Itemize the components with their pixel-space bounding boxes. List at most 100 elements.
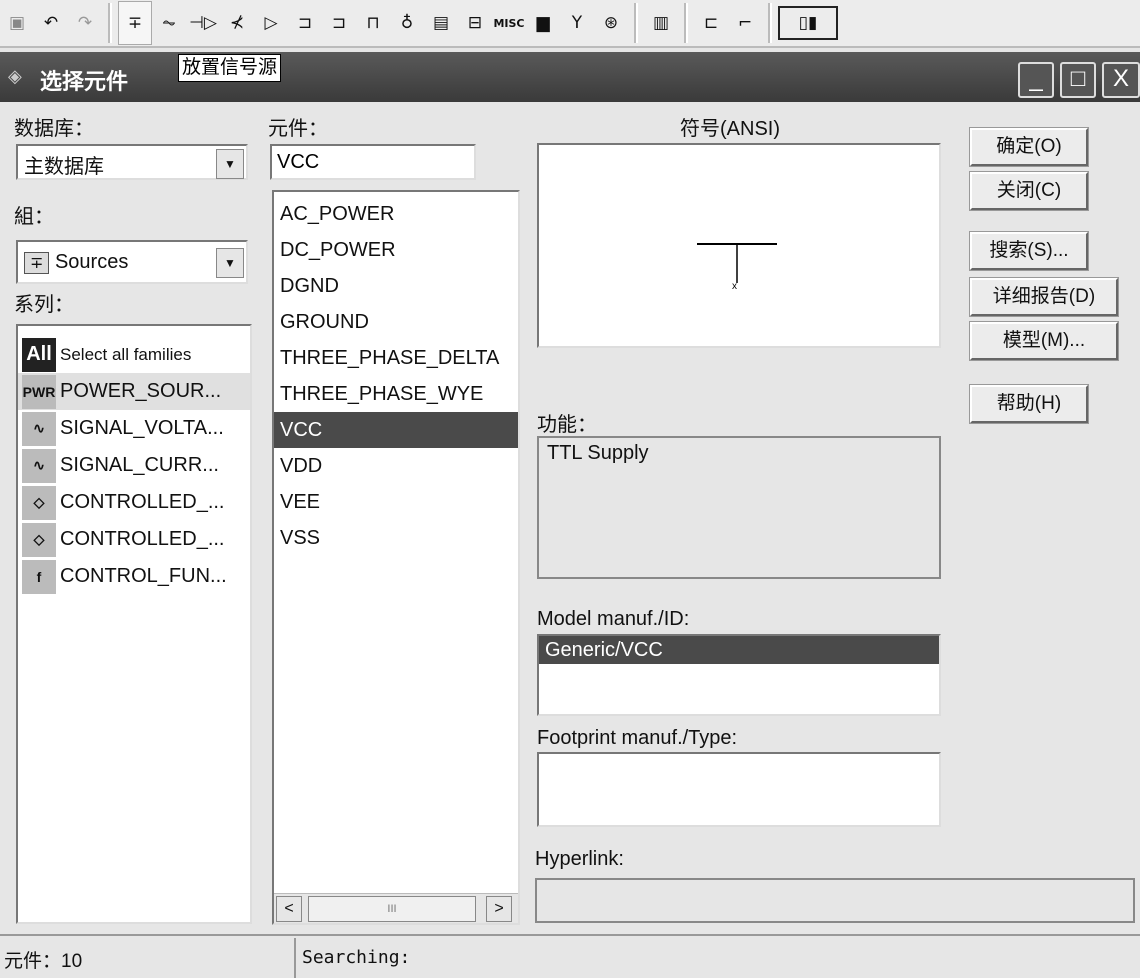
family-item[interactable]: f CONTROL_FUN...: [18, 558, 250, 595]
footprint-list[interactable]: [537, 752, 941, 827]
hyperlink-label: Hyperlink:: [535, 848, 624, 870]
family-label: CONTROL_FUN...: [60, 565, 227, 587]
indicator-icon[interactable]: ♁: [390, 6, 424, 40]
component-item[interactable]: THREE_PHASE_WYE: [274, 376, 518, 412]
family-item[interactable]: ◇ CONTROLLED_...: [18, 484, 250, 521]
family-label: CONTROLLED_...: [60, 528, 225, 550]
component-item[interactable]: GROUND: [274, 304, 518, 340]
family-label: 系列：: [14, 294, 74, 316]
status-divider: [294, 938, 296, 978]
chevron-down-icon[interactable]: ▼: [216, 248, 244, 278]
symbol-label: 符号(ANSI): [680, 118, 780, 140]
component-item[interactable]: DC_POWER: [274, 232, 518, 268]
component-label: 元件：: [268, 118, 328, 140]
scroll-left-icon[interactable]: <: [276, 896, 302, 922]
vcc-symbol-icon: x: [697, 243, 777, 292]
analog-icon[interactable]: ▷: [254, 6, 288, 40]
minimize-button[interactable]: _: [1018, 62, 1054, 98]
family-label: Select all families: [60, 344, 192, 364]
family-item[interactable]: All Select all families: [18, 336, 250, 373]
component-item[interactable]: VEE: [274, 484, 518, 520]
scroll-right-icon[interactable]: >: [486, 896, 512, 922]
family-label: CONTROLLED_...: [60, 491, 225, 513]
model-list[interactable]: Generic/VCC: [537, 634, 941, 716]
power-component-icon[interactable]: ⊟: [458, 6, 492, 40]
hyperlink-field[interactable]: [535, 878, 1135, 923]
antenna-icon[interactable]: Y: [560, 6, 594, 40]
group-select[interactable]: ∓ Sources ▼: [16, 240, 248, 284]
family-icon: f: [22, 559, 56, 594]
close-button[interactable]: 关闭(C): [969, 171, 1089, 211]
source-icon[interactable]: ∓: [118, 1, 152, 45]
component-item[interactable]: VCC: [274, 412, 518, 448]
toolbar-separator: [108, 3, 112, 43]
component-count: 元件：10: [4, 951, 83, 972]
ic-icon[interactable]: ▥: [644, 6, 678, 40]
diode-icon[interactable]: ⊣▷: [186, 6, 220, 40]
group-label: 組：: [14, 206, 54, 228]
toolbar-separator: [684, 3, 688, 43]
database-select[interactable]: 主数据库 ▼: [16, 144, 248, 180]
ok-button[interactable]: 确定(O): [969, 127, 1089, 167]
footprint-label: Footprint manuf./Type:: [537, 727, 738, 749]
family-icon: ∿: [22, 448, 56, 483]
redo-icon[interactable]: ↷: [68, 6, 102, 40]
cmos-icon[interactable]: ⊐: [322, 6, 356, 40]
function-label: 功能：: [537, 414, 597, 436]
family-icon: PWR: [22, 374, 56, 409]
family-item[interactable]: PWR POWER_SOUR...: [18, 373, 250, 410]
component-item[interactable]: VSS: [274, 520, 518, 556]
database-label: 数据库：: [14, 118, 94, 140]
scroll-thumb[interactable]: III: [308, 896, 476, 922]
family-icon: ◇: [22, 485, 56, 520]
component-item[interactable]: VDD: [274, 448, 518, 484]
maximize-button[interactable]: □: [1060, 62, 1096, 98]
database-value: 主数据库: [24, 156, 104, 178]
close-window-button[interactable]: X: [1102, 62, 1140, 98]
paste-icon[interactable]: ▣: [0, 6, 34, 40]
mcu-icon[interactable]: ⊓: [356, 6, 390, 40]
model-button[interactable]: 模型(M)...: [969, 321, 1119, 361]
component-item[interactable]: AC_POWER: [274, 196, 518, 232]
component-list[interactable]: AC_POWER DC_POWER DGND GROUND THREE_PHASE_DE…: [272, 190, 520, 925]
component-item[interactable]: DGND: [274, 268, 518, 304]
instrument-icon[interactable]: ▯▮: [778, 6, 838, 40]
resistor-icon[interactable]: ⏦: [152, 6, 186, 40]
motor-icon[interactable]: ⊛: [594, 6, 628, 40]
model-label: Model manuf./ID:: [537, 608, 690, 630]
component-item[interactable]: THREE_PHASE_DELTA: [274, 340, 518, 376]
search-button[interactable]: 搜索(S)...: [969, 231, 1089, 271]
search-status: Searching:: [302, 947, 411, 968]
family-icon: ∿: [22, 411, 56, 446]
function-text: TTL Supply: [537, 436, 941, 579]
symbol-preview: x: [537, 143, 941, 348]
source-icon: ∓: [24, 252, 50, 274]
all-icon: All: [22, 337, 56, 372]
list-item[interactable]: Generic/VCC: [539, 636, 939, 664]
hierarchy-icon[interactable]: ⊏: [694, 6, 728, 40]
rf-icon[interactable]: ▆: [526, 6, 560, 40]
horizontal-scrollbar[interactable]: < III >: [274, 893, 518, 923]
misc-digital-icon[interactable]: ▤: [424, 6, 458, 40]
bus-icon[interactable]: ⌐: [728, 6, 762, 40]
family-item[interactable]: ∿ SIGNAL_VOLTA...: [18, 410, 250, 447]
component-search-input[interactable]: [270, 144, 476, 180]
toolbar-separator: [634, 3, 638, 43]
toolbar: ▣ ↶ ↷ ∓ ⏦ ⊣▷ ⊀ ▷ ⊐ ⊐ ⊓ ♁ ▤ ⊟ MISC ▆ Y ⊛ …: [0, 0, 1140, 48]
family-item[interactable]: ∿ SIGNAL_CURR...: [18, 447, 250, 484]
help-button[interactable]: 帮助(H): [969, 384, 1089, 424]
undo-icon[interactable]: ↶: [34, 6, 68, 40]
misc-icon[interactable]: MISC: [492, 6, 526, 40]
family-item[interactable]: ◇ CONTROLLED_...: [18, 521, 250, 558]
dialog-title: 选择元件: [40, 69, 129, 94]
family-label: SIGNAL_CURR...: [60, 454, 219, 476]
ttl-icon[interactable]: ⊐: [288, 6, 322, 40]
family-list[interactable]: All Select all families PWR POWER_SOUR... ∿ S…: [16, 324, 252, 924]
group-value: Sources: [54, 251, 129, 273]
family-icon: ◇: [22, 522, 56, 557]
status-bar: 元件：10 Searching:: [0, 934, 1140, 978]
detail-report-button[interactable]: 详细报告(D): [969, 277, 1119, 317]
chevron-down-icon[interactable]: ▼: [216, 149, 244, 179]
svg-text:x: x: [732, 281, 737, 292]
transistor-icon[interactable]: ⊀: [220, 6, 254, 40]
